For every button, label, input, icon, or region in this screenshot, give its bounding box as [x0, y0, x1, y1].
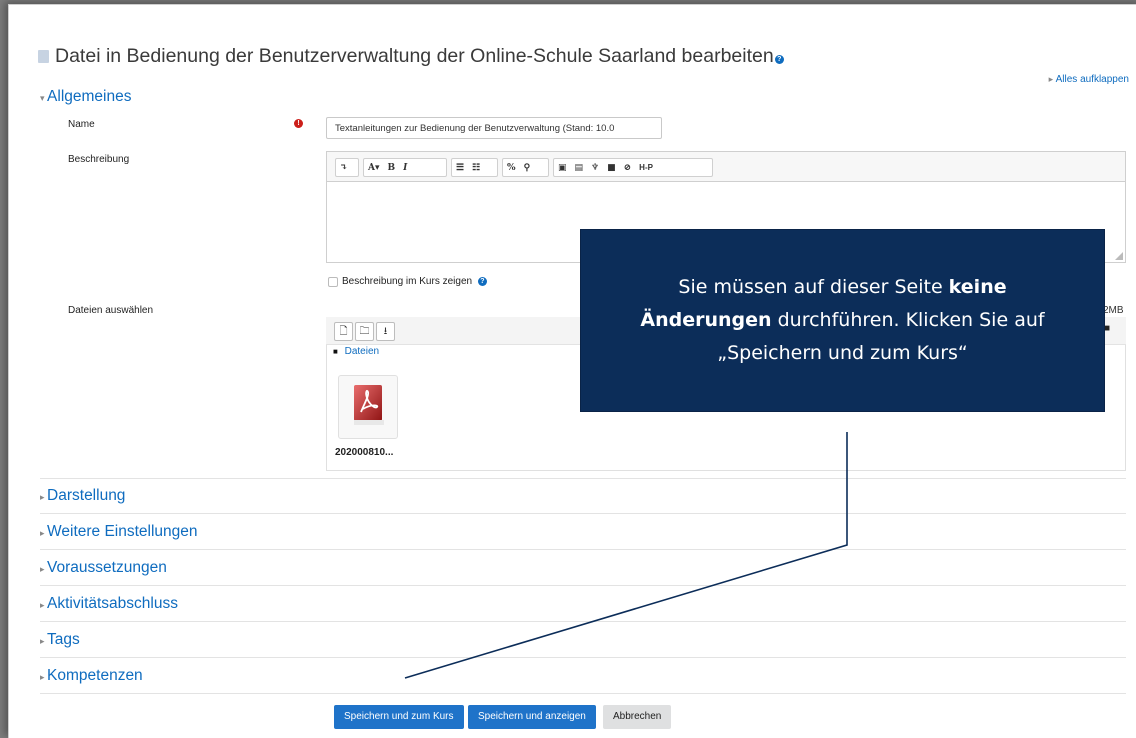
- callout-bold2: Änderungen: [640, 309, 772, 331]
- callout-text: Sie müssen auf dieser Seite keine Änderun…: [601, 271, 1084, 370]
- callout-text-part1: Sie müssen auf dieser Seite: [678, 276, 949, 298]
- callout-bold1: keine: [948, 276, 1007, 298]
- instruction-callout: Sie müssen auf dieser Seite keine Änderun…: [580, 229, 1105, 412]
- moodle-edit-page: Datei in Bedienung der Benutzerverwaltun…: [8, 4, 1136, 738]
